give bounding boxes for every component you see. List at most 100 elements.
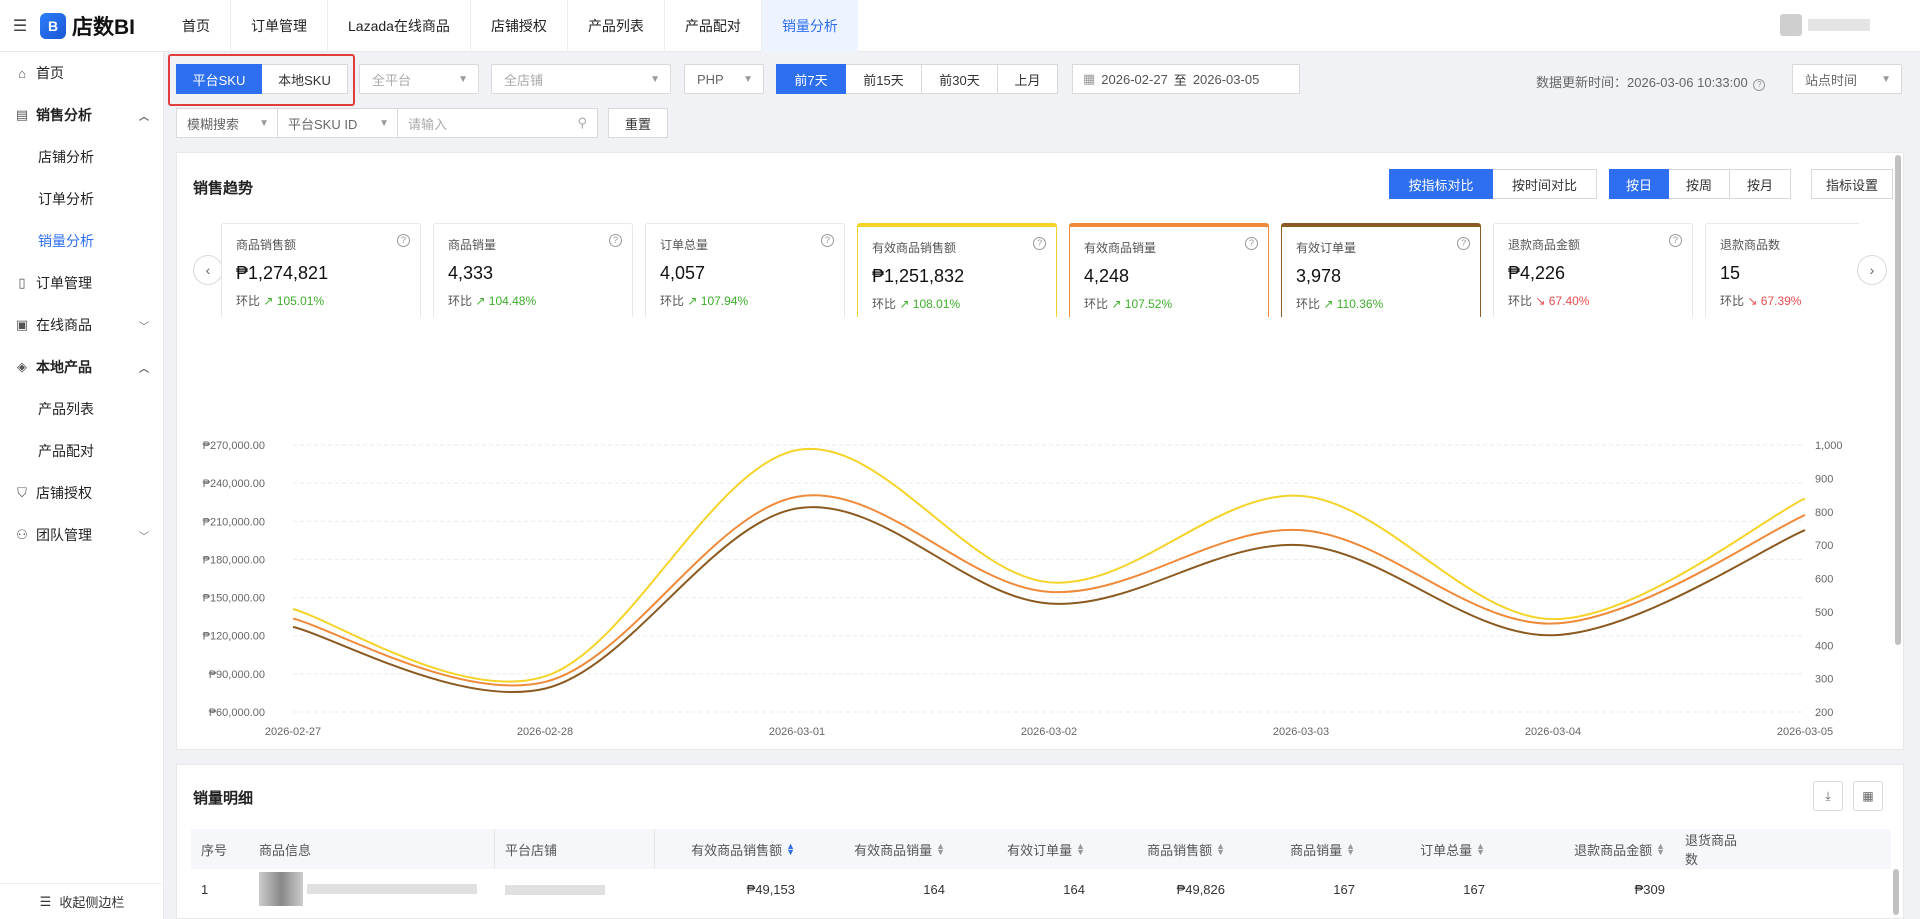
metric-ratio: 环比 ↘ 67.40% [1508, 292, 1678, 309]
sort-icon[interactable]: ▲ ▼ [1656, 842, 1665, 857]
search-icon[interactable]: ⚲ [577, 115, 587, 131]
by-week-button[interactable]: 按周 [1669, 169, 1730, 199]
search-input[interactable]: 请输入 ⚲ [398, 108, 598, 138]
download-icon[interactable]: ⤓ [1813, 781, 1843, 811]
tab-5[interactable]: 产品配对 [663, 0, 761, 52]
sidebar-item-2[interactable]: 店铺分析 [0, 136, 163, 178]
columns-icon[interactable]: ▦ [1853, 781, 1883, 811]
fuzzy-search-select[interactable]: 模糊搜索 ▼ [176, 108, 278, 138]
table-scrollbar-thumb[interactable] [1893, 869, 1899, 915]
sidebar-item-6[interactable]: ▣ 在线商品 ﹀ [0, 304, 163, 346]
period-30d-button[interactable]: 前30天 [922, 64, 998, 94]
chevron-down-icon: ▼ [458, 73, 468, 85]
column-header-5[interactable]: 有效订单量 ▲ ▼ [955, 829, 1095, 869]
tab-2[interactable]: Lazada在线商品 [327, 0, 470, 52]
shop-select[interactable]: 全店铺 ▼ [491, 64, 671, 94]
period-15d-button[interactable]: 前15天 [846, 64, 922, 94]
column-header-9[interactable]: 退款商品金额 ▲ ▼ [1495, 829, 1675, 869]
site-time-select[interactable]: 站点时间 ▼ [1792, 64, 1902, 94]
tab-1[interactable]: 订单管理 [230, 0, 327, 52]
sidebar-item-4[interactable]: 销量分析 [0, 220, 163, 262]
metric-card[interactable]: 退款商品数?15环比 ↘ 67.39% [1705, 223, 1859, 317]
sales-trend-card: 销售趋势 按指标对比 按时间对比 按日 按周 按月 指标设置 ‹ 商品销售额? ₱… [176, 152, 1904, 750]
user-menu[interactable] [1780, 14, 1870, 36]
metric-card[interactable]: 有效商品销量? 4,248 环比 ↗ 107.52% [1069, 223, 1269, 317]
sort-icon[interactable]: ▲ ▼ [936, 842, 945, 857]
column-label: 序号 [201, 842, 228, 858]
scrollbar-thumb[interactable] [1895, 155, 1901, 645]
avatar[interactable] [1780, 14, 1802, 36]
sidebar-item-8[interactable]: 产品列表 [0, 388, 163, 430]
product-info[interactable] [249, 872, 495, 906]
sidebar-item-11[interactable]: ⚇ 团队管理 ﹀ [0, 514, 163, 556]
collapse-sidebar-button[interactable]: ☰ 收起侧边栏 [0, 883, 164, 919]
period-7d-button[interactable]: 前7天 [776, 64, 846, 94]
metric-card[interactable]: 有效商品销售额? ₱1,251,832 环比 ↗ 108.01% [857, 223, 1057, 317]
scrollbar[interactable] [1893, 153, 1903, 751]
app-logo[interactable]: B 店数BI [40, 11, 162, 41]
metric-card[interactable]: 有效订单量? 3,978 环比 ↗ 110.36% [1281, 223, 1481, 317]
tab-0[interactable]: 首页 [162, 0, 230, 52]
help-icon[interactable]: ? [1669, 234, 1682, 247]
help-icon[interactable]: ? [821, 234, 834, 247]
metric-label: 有效订单量 [1296, 241, 1357, 255]
table-row[interactable]: 1 ₱49,153 164 164 ₱49,826 167 167 ₱309 [191, 869, 1891, 909]
column-header-7[interactable]: 商品销量 ▲ ▼ [1235, 829, 1365, 869]
help-icon[interactable]: ? [1245, 237, 1258, 250]
metric-card[interactable]: 商品销量? 4,333 环比 ↗ 104.48% [433, 223, 633, 317]
sidebar-item-1[interactable]: ▤ 销售分析 ︿ [0, 94, 163, 136]
sort-icon[interactable]: ▲ ▼ [1216, 842, 1225, 857]
reset-button[interactable]: 重置 [608, 108, 668, 138]
sort-icon[interactable]: ▲ ▼ [1076, 842, 1085, 857]
help-icon[interactable]: ? [1457, 237, 1470, 250]
compare-by-metric-button[interactable]: 按指标对比 [1389, 169, 1493, 199]
sidebar-item-10[interactable]: ⛉ 店铺授权 [0, 472, 163, 514]
date-range-picker[interactable]: ▦ 2026-02-27 至 2026-03-05 [1072, 64, 1300, 94]
column-header-6[interactable]: 商品销售额 ▲ ▼ [1095, 829, 1235, 869]
document-icon: ▯ [18, 275, 26, 290]
platform-select[interactable]: 全平台 ▼ [359, 64, 479, 94]
sidebar-item-label: 团队管理 [36, 527, 92, 543]
column-header-3[interactable]: 有效商品销售额 ▲ ▼ [655, 829, 805, 869]
sidebar-item-3[interactable]: 订单分析 [0, 178, 163, 220]
tab-3[interactable]: 店铺授权 [469, 0, 567, 52]
by-day-button[interactable]: 按日 [1609, 169, 1669, 199]
metric-value: ₱1,274,821 [236, 263, 329, 283]
next-arrow-icon[interactable]: › [1857, 255, 1887, 285]
local-sku-button[interactable]: 本地SKU [262, 64, 348, 94]
metric-card[interactable]: 退款商品金额? ₱4,226 环比 ↘ 67.40% [1493, 223, 1693, 317]
sort-icon[interactable]: ▲ ▼ [1476, 842, 1485, 857]
username-blurred [1808, 19, 1870, 31]
y-right-tick-label: 1,000 [1815, 440, 1843, 452]
sidebar-item-label: 订单管理 [36, 275, 92, 291]
search-field-select[interactable]: 平台SKU ID ▼ [278, 108, 398, 138]
currency-select[interactable]: PHP ▼ [684, 64, 764, 94]
metric-ratio: 环比 ↗ 105.01% [236, 292, 406, 309]
sidebar-item-0[interactable]: ⌂ 首页 [0, 52, 163, 94]
trend-chart: ₱270,000.00 ₱240,000.00 ₱210,000.00 ₱180,00… [203, 440, 1843, 738]
period-last-month-button[interactable]: 上月 [998, 64, 1058, 94]
product-thumbnail[interactable] [259, 872, 303, 906]
metric-card[interactable]: 商品销售额? ₱1,274,821 环比 ↗ 105.01% [221, 223, 421, 317]
sort-icon[interactable]: ▲ ▼ [1346, 842, 1355, 857]
tab-4[interactable]: 产品列表 [566, 0, 664, 52]
by-month-button[interactable]: 按月 [1730, 169, 1791, 199]
sidebar-item-9[interactable]: 产品配对 [0, 430, 163, 472]
compare-by-time-button[interactable]: 按时间对比 [1493, 169, 1597, 199]
metric-card[interactable]: 订单总量? 4,057 环比 ↗ 107.94% [645, 223, 845, 317]
column-header-8[interactable]: 订单总量 ▲ ▼ [1365, 829, 1495, 869]
sidebar-item-5[interactable]: ▯ 订单管理 [0, 262, 163, 304]
help-icon[interactable]: ? [397, 234, 410, 247]
sort-icon[interactable]: ▲ ▼ [786, 842, 795, 857]
trend-up-icon: ↗ [687, 294, 698, 308]
metric-settings-button[interactable]: 指标设置 [1811, 169, 1893, 199]
help-icon[interactable]: ? [609, 234, 622, 247]
menu-icon[interactable]: ☰ [0, 0, 40, 52]
platform-sku-button[interactable]: 平台SKU [176, 64, 262, 94]
tab-6[interactable]: 销量分析 [760, 0, 858, 52]
sidebar-item-7[interactable]: ◈ 本地产品 ︿ [0, 346, 163, 388]
help-icon[interactable]: ? [1033, 237, 1046, 250]
help-icon[interactable]: ? [1753, 79, 1766, 91]
column-header-4[interactable]: 有效商品销量 ▲ ▼ [805, 829, 955, 869]
metric-label: 商品销售额 [236, 238, 297, 252]
